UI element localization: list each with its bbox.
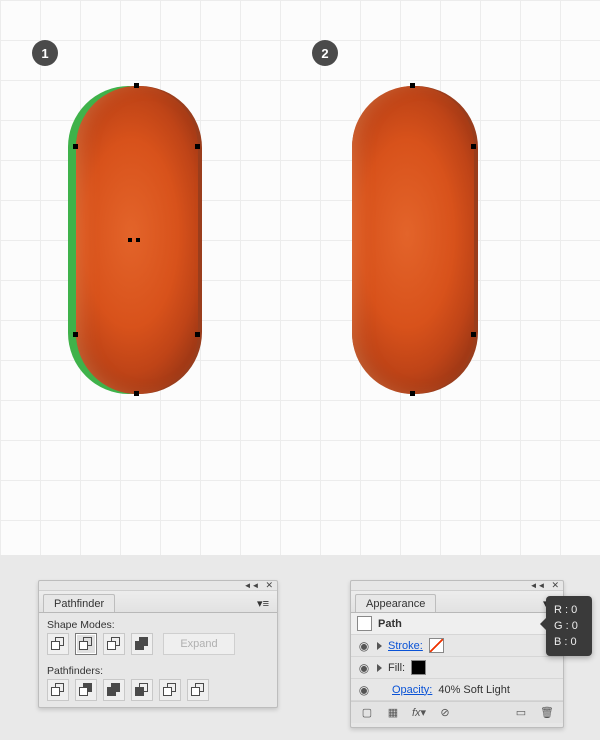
expand-button[interactable]: Expand <box>163 633 235 655</box>
disclosure-icon[interactable] <box>377 642 382 650</box>
visibility-icon[interactable]: ◉ <box>357 683 371 697</box>
appearance-panel: ◄◄ ✕ Appearance ▾≡ Path ◉ Stroke: ◉ Fill… <box>350 580 564 728</box>
pathfinder-merge[interactable] <box>103 679 125 701</box>
rgb-g: G : 0 <box>554 618 584 634</box>
panel-menu-icon[interactable]: ▾≡ <box>253 597 273 612</box>
fill-label: Fill: <box>388 662 405 674</box>
panel-topbar: ◄◄ ✕ <box>351 581 563 591</box>
expand-label: Expand <box>180 638 217 650</box>
shape-mode-exclude[interactable] <box>131 633 153 655</box>
close-icon[interactable]: ✕ <box>265 580 273 591</box>
duplicate-icon[interactable]: ▭ <box>513 706 529 719</box>
collapse-icon[interactable]: ◄◄ <box>530 581 546 590</box>
appearance-stroke-row[interactable]: ◉ Stroke: <box>351 635 563 657</box>
pathfinder-panel: ◄◄ ✕ Pathfinder ▾≡ Shape Modes: Expand P… <box>38 580 278 708</box>
step-badge-2-label: 2 <box>321 46 328 61</box>
visibility-icon[interactable]: ◉ <box>357 639 371 653</box>
pathfinder-minus-back[interactable] <box>187 679 209 701</box>
no-selection-icon[interactable]: ▢ <box>359 706 375 719</box>
anchor-point[interactable] <box>134 83 139 88</box>
anchor-point[interactable] <box>410 83 415 88</box>
shape-modes-label: Shape Modes: <box>39 613 277 633</box>
rgb-b: B : 0 <box>554 634 584 650</box>
step-badge-2: 2 <box>312 40 338 66</box>
anchor-point[interactable] <box>471 332 476 337</box>
fx-icon[interactable]: fx▾ <box>411 706 427 719</box>
appearance-body: Path ◉ Stroke: ◉ Fill: ◉ Opacity: 40% So… <box>351 613 563 701</box>
appearance-footer: ▢ ▦ fx▾ ⊘ ▭ 🗑 <box>351 701 563 723</box>
opacity-label[interactable]: Opacity: <box>392 684 432 696</box>
pathfinder-trim[interactable] <box>75 679 97 701</box>
shape-mode-unite[interactable] <box>47 633 69 655</box>
new-art-icon[interactable]: ▦ <box>385 706 401 719</box>
anchor-point[interactable] <box>134 391 139 396</box>
pathfinders-row <box>39 679 277 705</box>
appearance-opacity-row[interactable]: ◉ Opacity: 40% Soft Light <box>351 679 563 701</box>
visibility-icon[interactable]: ◉ <box>357 661 371 675</box>
anchor-point[interactable] <box>73 332 78 337</box>
tab-appearance[interactable]: Appearance <box>355 594 436 612</box>
rgb-tooltip: R : 0 G : 0 B : 0 <box>546 596 592 656</box>
shape-modes-row: Expand <box>39 633 277 659</box>
pathfinders-label: Pathfinders: <box>39 659 277 679</box>
panel-tabs: Pathfinder ▾≡ <box>39 591 277 613</box>
object-label: Path <box>378 618 402 630</box>
step-badge-1: 1 <box>32 40 58 66</box>
tab-label: Pathfinder <box>54 598 104 610</box>
rgb-r: R : 0 <box>554 602 584 618</box>
clear-icon[interactable]: ⊘ <box>437 706 453 719</box>
tab-label: Appearance <box>366 598 425 610</box>
fill-swatch[interactable] <box>411 660 426 675</box>
collapse-icon[interactable]: ◄◄ <box>244 581 260 590</box>
tab-pathfinder[interactable]: Pathfinder <box>43 594 115 612</box>
stroke-swatch[interactable] <box>429 638 444 653</box>
object-thumb <box>357 616 372 631</box>
shape-mode-minus-front[interactable] <box>75 633 97 655</box>
stroke-label[interactable]: Stroke: <box>388 640 423 652</box>
pathfinder-divide[interactable] <box>47 679 69 701</box>
appearance-object-row[interactable]: Path <box>351 613 563 635</box>
center-point[interactable] <box>128 238 132 242</box>
center-point[interactable] <box>136 238 140 242</box>
panel-tabs: Appearance ▾≡ <box>351 591 563 613</box>
anchor-point[interactable] <box>410 391 415 396</box>
shape-mode-intersect[interactable] <box>103 633 125 655</box>
anchor-point[interactable] <box>195 144 200 149</box>
trash-icon[interactable]: 🗑 <box>539 706 555 719</box>
panel-topbar: ◄◄ ✕ <box>39 581 277 591</box>
disclosure-icon[interactable] <box>377 664 382 672</box>
close-icon[interactable]: ✕ <box>551 580 559 591</box>
pill-orange-shape <box>352 86 474 394</box>
artboard-canvas[interactable]: 1 2 <box>0 0 600 555</box>
pathfinder-outline[interactable] <box>159 679 181 701</box>
opacity-value: 40% Soft Light <box>438 684 510 696</box>
step-badge-1-label: 1 <box>41 46 48 61</box>
anchor-point[interactable] <box>471 144 476 149</box>
anchor-point[interactable] <box>73 144 78 149</box>
anchor-point[interactable] <box>195 332 200 337</box>
appearance-fill-row[interactable]: ◉ Fill: <box>351 657 563 679</box>
pathfinder-crop[interactable] <box>131 679 153 701</box>
